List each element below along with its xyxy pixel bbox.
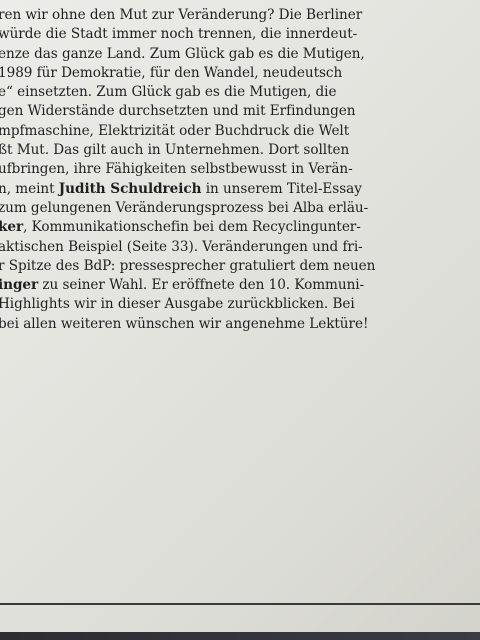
text-segment: in unserem Titel-Essay bbox=[201, 180, 362, 197]
text-line: aktischen Beispiel (Seite 33). Veränderu… bbox=[0, 238, 480, 257]
text-segment: aktischen Beispiel (Seite 33). Veränderu… bbox=[0, 238, 363, 255]
text-segment: gen Widerstände durchsetzten und mit Erf… bbox=[0, 103, 356, 120]
text-segment: zu seiner Wahl. Er eröffnete den 10. Kom… bbox=[38, 277, 365, 294]
text-segment: e“ einsetzten. Zum Glück gab es die Muti… bbox=[0, 84, 337, 101]
text-segment: ren wir ohne den Mut zur Veränderung? Di… bbox=[0, 7, 363, 23]
magazine-page: ren wir ohne den Mut zur Veränderung? Di… bbox=[0, 0, 480, 640]
text-segment: 1989 für Demokratie, für den Wandel, neu… bbox=[0, 64, 343, 81]
text-line: Highlights wir in dieser Ausgabe zurückb… bbox=[0, 295, 480, 314]
text-line: bei allen weiteren wünschen wir angenehm… bbox=[0, 315, 480, 334]
text-line: zum gelungenen Veränderungsprozess bei A… bbox=[0, 199, 480, 218]
text-line: ufbringen, ihre Fähigkeiten selbstbewuss… bbox=[0, 160, 480, 179]
text-line: ßt Mut. Das gilt auch in Unternehmen. Do… bbox=[0, 141, 480, 160]
text-line: inger zu seiner Wahl. Er eröffnete den 1… bbox=[0, 276, 480, 295]
text-segment: n, meint bbox=[0, 180, 59, 197]
text-segment: ufbringen, ihre Fähigkeiten selbstbewuss… bbox=[0, 161, 353, 178]
text-line: r Spitze des BdP: pressesprecher gratuli… bbox=[0, 257, 480, 276]
text-line: gen Widerstände durchsetzten und mit Erf… bbox=[0, 102, 480, 121]
page-edge-shadow bbox=[0, 632, 480, 640]
text-segment: würde die Stadt immer noch trennen, die … bbox=[0, 26, 358, 43]
text-line: e“ einsetzten. Zum Glück gab es die Muti… bbox=[0, 83, 480, 102]
text-segment: r Spitze des BdP: pressesprecher gratuli… bbox=[0, 257, 376, 274]
text-line: mpfmaschine, Elektrizität oder Buchdruck… bbox=[0, 122, 480, 141]
text-line: 1989 für Demokratie, für den Wandel, neu… bbox=[0, 64, 480, 83]
text-segment: bei allen weiteren wünschen wir angenehm… bbox=[0, 315, 369, 332]
bold-name-segment: ker bbox=[0, 219, 24, 236]
text-line: würde die Stadt immer noch trennen, die … bbox=[0, 25, 480, 44]
text-segment: zum gelungenen Veränderungsprozess bei A… bbox=[0, 199, 369, 216]
text-line: ker, Kommunikationschefin bei dem Recycl… bbox=[0, 218, 480, 237]
text-line: enze das ganze Land. Zum Glück gab es di… bbox=[0, 45, 480, 64]
text-segment: mpfmaschine, Elektrizität oder Buchdruck… bbox=[0, 122, 350, 139]
text-segment: enze das ganze Land. Zum Glück gab es di… bbox=[0, 45, 365, 62]
bold-name-segment: inger bbox=[0, 277, 39, 294]
text-segment: Highlights wir in dieser Ausgabe zurückb… bbox=[0, 296, 355, 313]
text-line: n, meint Judith Schuldreich in unserem T… bbox=[0, 180, 480, 199]
editorial-paragraph: ren wir ohne den Mut zur Veränderung? Di… bbox=[0, 6, 480, 334]
text-segment: ßt Mut. Das gilt auch in Unternehmen. Do… bbox=[0, 142, 350, 159]
bold-name-segment: Judith Schuldreich bbox=[58, 180, 202, 197]
page-bottom-rule bbox=[0, 603, 480, 605]
text-line: ren wir ohne den Mut zur Veränderung? Di… bbox=[0, 6, 480, 25]
text-segment: , Kommunikationschefin bei dem Recycling… bbox=[23, 219, 361, 236]
